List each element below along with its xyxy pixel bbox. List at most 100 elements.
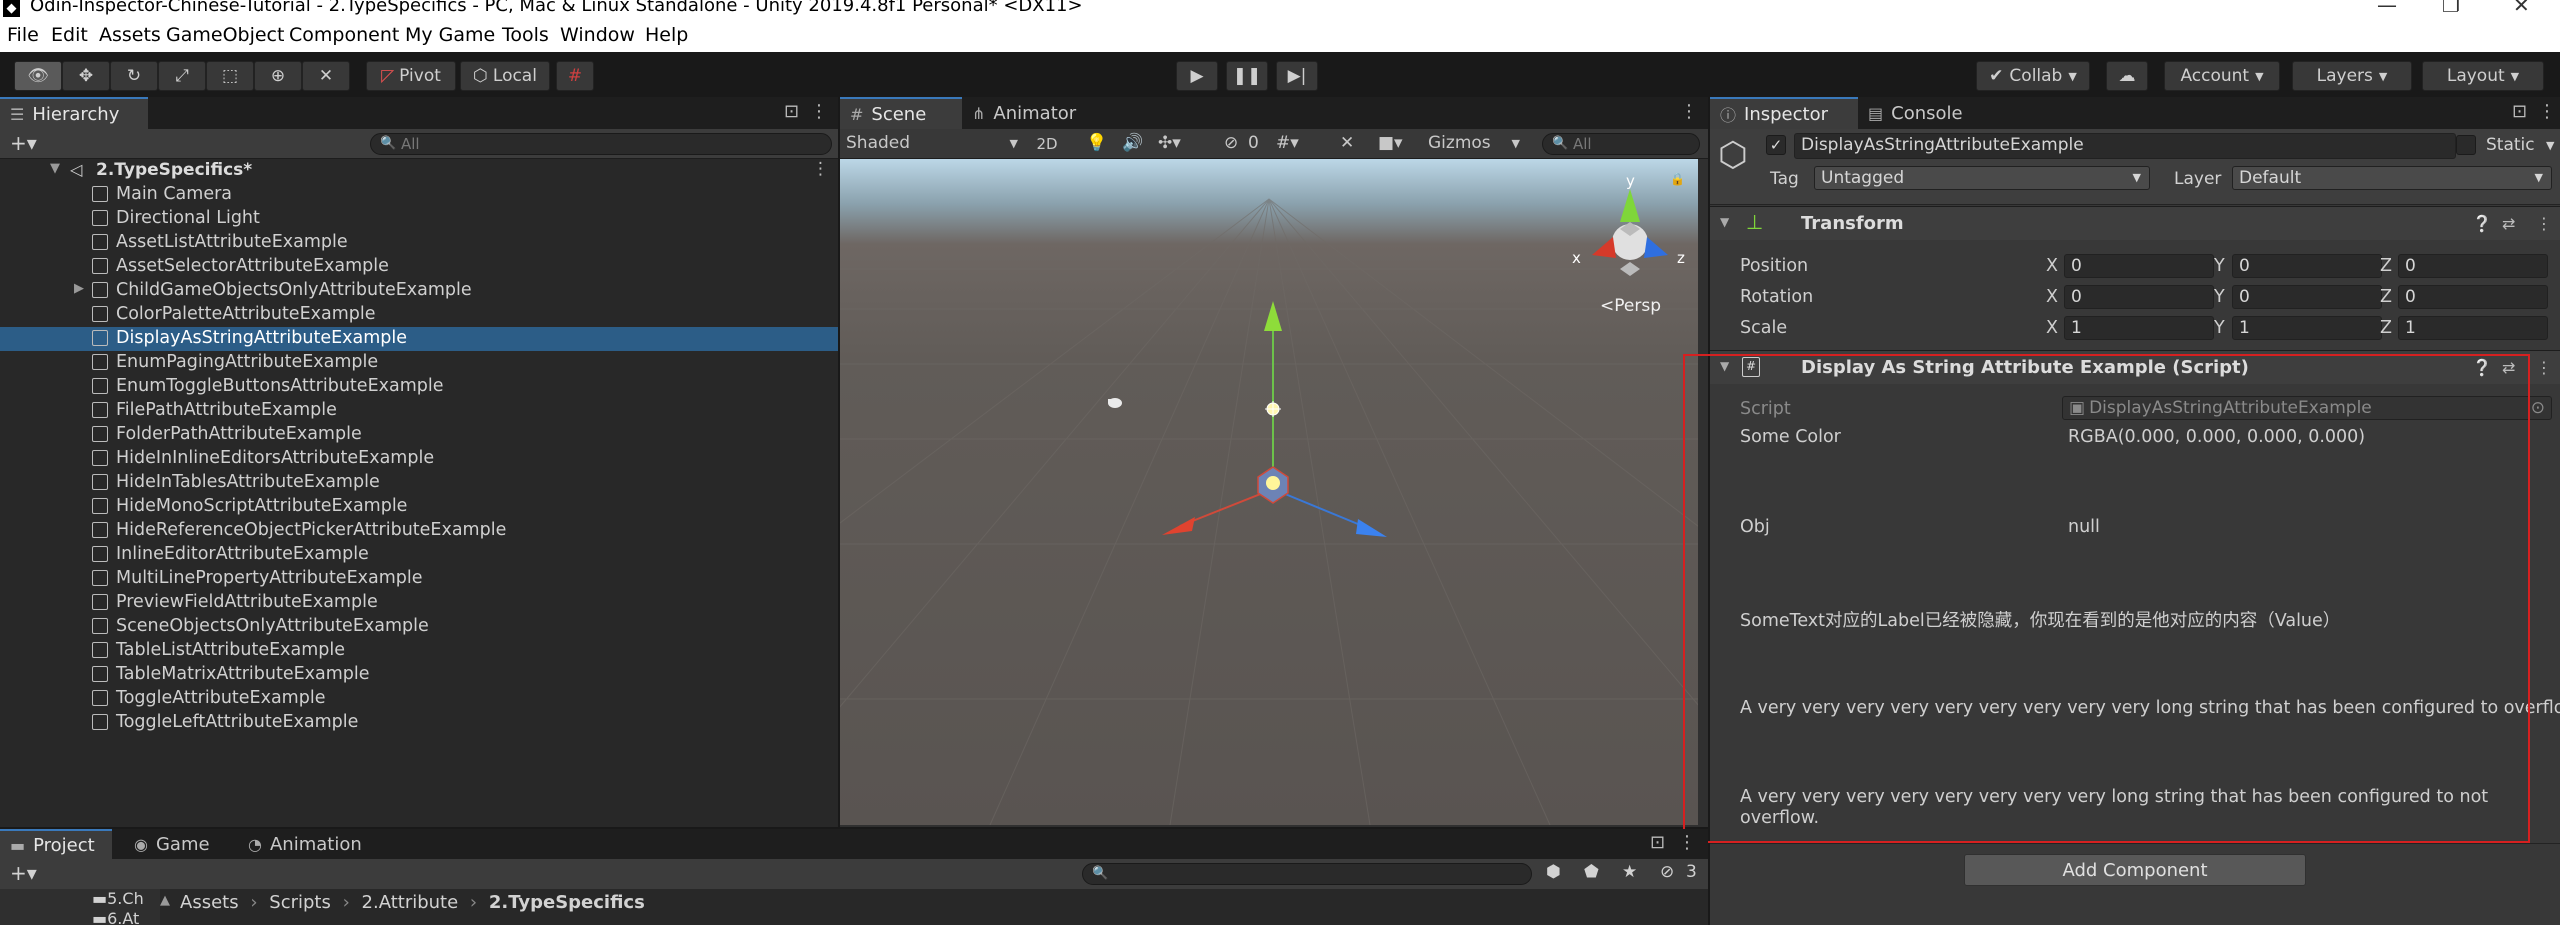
cloud-button[interactable]: ☁ [2106,61,2148,91]
hidden-packages-icon[interactable]: ⊘ [1660,862,1674,882]
target-icon[interactable]: ⊙ [2531,397,2545,419]
collab-dropdown[interactable]: ✔ Collab ▼ [1976,61,2090,91]
play-button[interactable]: ▶ [1176,61,1218,91]
scale-y-field[interactable]: 1 [2232,316,2382,340]
hierarchy-item[interactable]: FolderPathAttributeExample [0,423,838,447]
tab-game[interactable]: ◉ Game [124,829,220,859]
hierarchy-item[interactable]: HideMonoScriptAttributeExample [0,495,838,519]
tab-animation[interactable]: ◔ Animation [238,829,378,859]
menu-tools[interactable]: Tools [502,24,549,46]
scale-tool-button[interactable]: ⤢ [158,61,206,91]
transform-header[interactable]: ▼ ⊥ Transform ❔ ⇄ ⋮ [1710,206,2560,240]
tab-animator[interactable]: ⋔ Animator [962,97,1102,129]
position-y-field[interactable]: 0 [2232,254,2382,278]
menu-gameobject[interactable]: GameObject [166,24,284,46]
add-icon[interactable]: +▾ [10,131,37,155]
effects-icon[interactable]: ✣▾ [1158,133,1181,157]
folder-item[interactable]: ▬5.Ch [92,889,152,908]
hierarchy-item[interactable]: Directional Light [0,207,838,231]
menu-my-game[interactable]: My Game [405,24,495,46]
view-tool-button[interactable]: 👁 [14,61,62,91]
hierarchy-item[interactable]: Main Camera [0,183,838,207]
light-gizmo[interactable] [1265,401,1281,417]
tab-project[interactable]: ▬ Project [0,829,112,859]
label-icon[interactable]: ⬟ [1584,862,1599,882]
scene-viewport[interactable]: y x z <Persp 🔒 [840,159,1698,825]
hierarchy-item[interactable]: AssetListAttributeExample [0,231,838,255]
menu-assets[interactable]: Assets [99,24,161,46]
lock-icon[interactable]: ⊡ [784,101,799,122]
rect-tool-button[interactable]: ⬚ [206,61,254,91]
add-icon[interactable]: +▾ [10,861,37,885]
camera-icon[interactable]: ■▾ [1378,133,1403,157]
lock-icon[interactable]: ⊡ [2512,101,2527,122]
shading-dropdown[interactable]: Shaded ▼ [846,133,1022,157]
hierarchy-item[interactable]: SceneObjectsOnlyAttributeExample [0,615,838,639]
help-icon[interactable]: ❔ [2472,214,2492,233]
static-checkbox[interactable] [2456,135,2476,155]
hierarchy-item[interactable]: MultiLinePropertyAttributeExample [0,567,838,591]
layer-dropdown[interactable]: Default ▼ [2232,166,2552,190]
rotation-z-field[interactable]: 0 [2398,285,2548,309]
hierarchy-item[interactable]: HideInInlineEditorsAttributeExample [0,447,838,471]
scroll-up-icon[interactable]: ▲ [160,893,170,908]
transform-gizmo[interactable] [1162,301,1387,537]
breadcrumb-scripts[interactable]: Scripts [269,892,331,913]
rotation-x-field[interactable]: 0 [2064,285,2214,309]
add-component-button[interactable]: Add Component [1964,854,2306,886]
menu-component[interactable]: Component [289,24,399,46]
hierarchy-item[interactable]: InlineEditorAttributeExample [0,543,838,567]
orientation-gizmo[interactable] [1592,189,1668,276]
lock-icon[interactable]: 🔒 [1670,172,1685,186]
tag-dropdown[interactable]: Untagged ▼ [1814,166,2150,190]
kebab-menu-icon[interactable]: ⋮ [2538,101,2556,122]
step-button[interactable]: ▶| [1276,61,1318,91]
help-icon[interactable]: ❔ [2472,358,2492,377]
hierarchy-item[interactable]: ToggleAttributeExample [0,687,838,711]
object-name-field[interactable]: DisplayAsStringAttributeExample [1794,133,2456,159]
breadcrumb-typespecifics[interactable]: 2.TypeSpecifics [489,892,645,913]
maximize-icon[interactable]: ❐ [2442,0,2460,17]
star-icon[interactable]: ★ [1622,862,1637,882]
hierarchy-item[interactable]: HideInTablesAttributeExample [0,471,838,495]
position-z-field[interactable]: 0 [2398,254,2548,278]
layout-dropdown[interactable]: Layout ▼ [2422,61,2544,91]
minimize-icon[interactable]: — [2377,0,2397,17]
local-toggle[interactable]: ⬡ Local [460,61,550,91]
audio-icon[interactable]: 🔊 [1122,133,1143,157]
kebab-menu-icon[interactable]: ⋮ [810,101,828,122]
hierarchy-item[interactable]: PreviewFieldAttributeExample [0,591,838,615]
hierarchy-item[interactable]: DisplayAsStringAttributeExample [0,327,838,351]
hidden-objects-icon[interactable]: ⊘ [1224,133,1238,157]
grid-toggle-icon[interactable]: #▾ [1276,133,1299,157]
pivot-toggle[interactable]: ◸ Pivot [366,61,456,91]
tab-inspector[interactable]: ⓘ Inspector [1710,97,1858,129]
expand-arrow-icon[interactable]: ▶ [74,281,84,296]
close-icon[interactable]: ✕ [2513,0,2530,17]
grid-snap-button[interactable]: # [556,61,594,91]
kebab-menu-icon[interactable]: ⋮ [2536,214,2552,233]
lock-icon[interactable]: ⊡ [1650,832,1665,853]
tab-console[interactable]: ▤ Console [1858,97,1988,129]
account-dropdown[interactable]: Account ▼ [2164,61,2280,91]
transform-tool-button[interactable]: ⊕ [254,61,302,91]
project-search-input[interactable]: 🔍 [1082,863,1532,885]
hierarchy-item[interactable]: EnumToggleButtonsAttributeExample [0,375,838,399]
persp-label[interactable]: <Persp [1600,296,1661,316]
hierarchy-item[interactable]: EnumPagingAttributeExample [0,351,838,375]
mode-2d-toggle[interactable]: 2D [1030,135,1064,159]
rotation-y-field[interactable]: 0 [2232,285,2382,309]
folder-item[interactable]: ▬6.At [92,909,152,925]
menu-help[interactable]: Help [645,24,688,46]
custom-tool-button[interactable]: ✕ [302,61,350,91]
tab-hierarchy[interactable]: ☰ Hierarchy [0,97,148,129]
tools-icon[interactable]: ✕ [1340,133,1354,157]
scene-search-input[interactable]: 🔍 All [1542,133,1700,155]
script-component-header[interactable]: ▼ # Display As String Attribute Example … [1710,350,2560,384]
filter-type-icon[interactable]: ⬢ [1546,862,1561,882]
hierarchy-item[interactable]: ColorPaletteAttributeExample [0,303,838,327]
preset-icon[interactable]: ⇄ [2502,214,2515,233]
kebab-menu-icon[interactable]: ⋮ [1680,101,1698,122]
rotate-tool-button[interactable]: ↻ [110,61,158,91]
lighting-icon[interactable]: 💡 [1086,133,1107,157]
